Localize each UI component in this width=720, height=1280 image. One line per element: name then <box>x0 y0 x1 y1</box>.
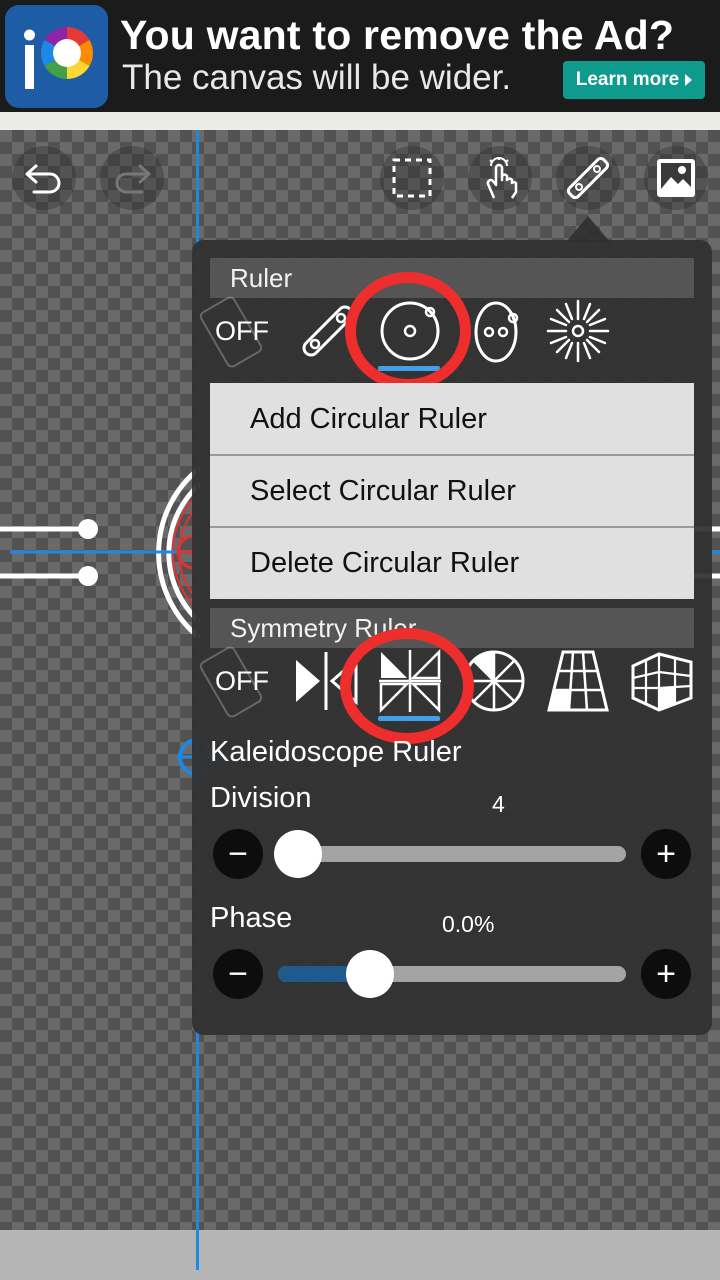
ruler-section-header: Ruler <box>210 258 694 298</box>
redo-icon <box>115 164 151 194</box>
play-arrow-icon <box>685 74 693 86</box>
add-circular-ruler-label: Add Circular Ruler <box>250 402 487 435</box>
ad-divider <box>0 112 720 130</box>
selected-symmetry-name: Kaleidoscope Ruler <box>210 736 462 768</box>
division-slider-track[interactable] <box>278 846 626 862</box>
phase-increase-button[interactable]: + <box>641 949 691 999</box>
ellipse-ruler-icon <box>474 301 519 363</box>
division-increase-button[interactable]: + <box>641 829 691 879</box>
division-slider-thumb[interactable] <box>274 830 322 878</box>
parallel-ruler-icon <box>302 305 354 357</box>
phase-value: 0.0% <box>442 911 495 937</box>
minus-icon: − <box>228 955 248 993</box>
learn-more-button[interactable]: Learn more <box>563 61 705 99</box>
symmetry-section-title: Symmetry Ruler <box>230 612 417 643</box>
perspective-grid-button[interactable] <box>538 641 618 721</box>
symmetry-off-button[interactable]: OFF <box>202 641 282 721</box>
image-icon <box>657 159 695 197</box>
ruler-off-button[interactable]: OFF <box>202 291 282 371</box>
kaleidoscope-ruler-button[interactable] <box>370 641 450 721</box>
perspective-grid-icon <box>547 650 609 712</box>
select-circular-ruler-item[interactable]: Select Circular Ruler <box>210 455 694 527</box>
ruler-section-title: Ruler <box>230 262 293 293</box>
hand-tap-icon <box>486 157 518 199</box>
radial-ruler-button[interactable] <box>538 291 618 371</box>
phase-decrease-button[interactable]: − <box>213 949 263 999</box>
symmetry-selection-indicator <box>378 716 440 721</box>
ruler-tool-button[interactable] <box>556 146 620 210</box>
add-circular-ruler-item[interactable]: Add Circular Ruler <box>210 383 694 455</box>
bottom-bar <box>0 1230 720 1280</box>
circular-ruler-guide <box>0 466 200 640</box>
minus-icon: − <box>228 835 248 873</box>
circular-ruler-menu: Add Circular Ruler Select Circular Ruler… <box>210 383 694 599</box>
select-circular-ruler-label: Select Circular Ruler <box>250 474 516 507</box>
radial-symmetry-button[interactable] <box>454 641 534 721</box>
learn-more-label: Learn more <box>575 69 680 90</box>
ruler-selection-indicator <box>378 366 440 371</box>
radial-ruler-icon <box>546 299 610 363</box>
ad-banner[interactable]: You want to remove the Ad? The canvas wi… <box>0 0 720 112</box>
division-label: Division <box>210 782 312 814</box>
redo-button[interactable] <box>100 146 164 210</box>
ad-title: You want to remove the Ad? <box>120 12 675 58</box>
symmetry-off-label: OFF <box>215 665 269 696</box>
division-decrease-button[interactable]: − <box>213 829 263 879</box>
radial-symmetry-icon <box>463 650 525 712</box>
delete-circular-ruler-item[interactable]: Delete Circular Ruler <box>210 527 694 599</box>
ellipse-ruler-button[interactable] <box>456 291 536 371</box>
ruler-off-label: OFF <box>215 315 269 346</box>
layer-image-button[interactable] <box>644 146 708 210</box>
panel-pointer <box>566 216 610 242</box>
ad-subtitle: The canvas will be wider. <box>122 58 512 97</box>
3d-grid-icon <box>631 652 693 712</box>
parallel-ruler-button[interactable] <box>288 291 368 371</box>
selection-rect-icon <box>392 158 432 198</box>
selection-button[interactable] <box>380 146 444 210</box>
kaleidoscope-ruler-icon <box>379 648 441 714</box>
delete-circular-ruler-label: Delete Circular Ruler <box>250 546 520 579</box>
plus-icon: + <box>656 955 676 993</box>
mirror-ruler-button[interactable] <box>286 641 366 721</box>
app-logo <box>5 5 108 108</box>
undo-button[interactable] <box>12 146 76 210</box>
3d-grid-button[interactable] <box>622 641 702 721</box>
plus-icon: + <box>656 835 676 873</box>
phase-slider-thumb[interactable] <box>346 950 394 998</box>
hand-tool-button[interactable] <box>468 146 532 210</box>
circular-ruler-icon <box>380 301 440 361</box>
phase-label: Phase <box>210 902 293 934</box>
undo-icon <box>25 164 61 194</box>
division-value: 4 <box>492 791 505 817</box>
mirror-ruler-icon <box>296 652 358 710</box>
ruler-icon <box>566 156 610 200</box>
circular-ruler-button[interactable] <box>370 291 450 371</box>
